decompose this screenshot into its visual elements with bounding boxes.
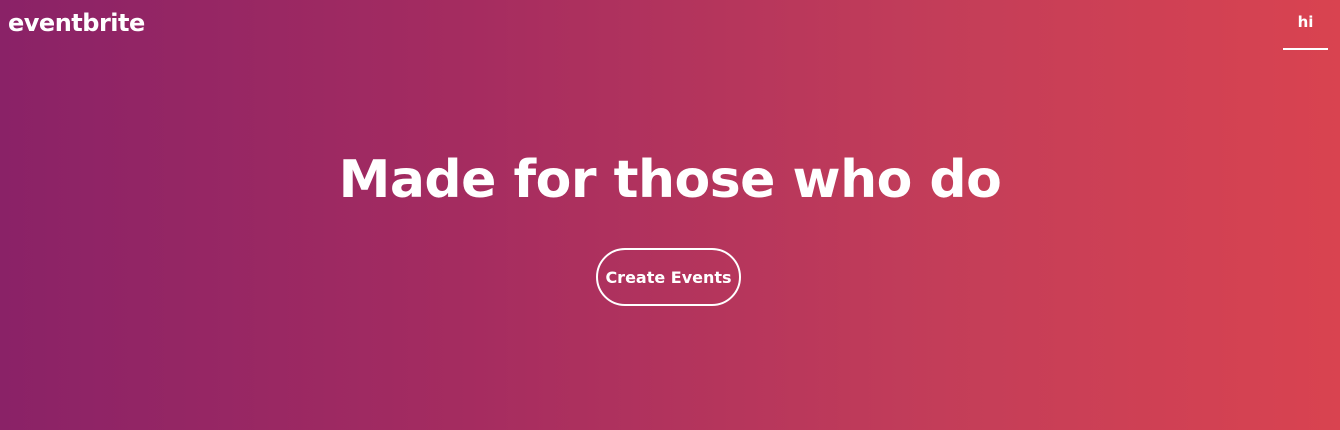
hero-banner: eventbrite hi Made for those who do Crea… [0,0,1340,430]
create-events-button[interactable]: Create Events [596,248,741,306]
user-menu-tab[interactable]: hi [1283,0,1328,50]
hero-headline: Made for those who do [338,150,1002,210]
user-menu-label: hi [1297,13,1314,31]
eventbrite-logo[interactable]: eventbrite [8,8,145,38]
